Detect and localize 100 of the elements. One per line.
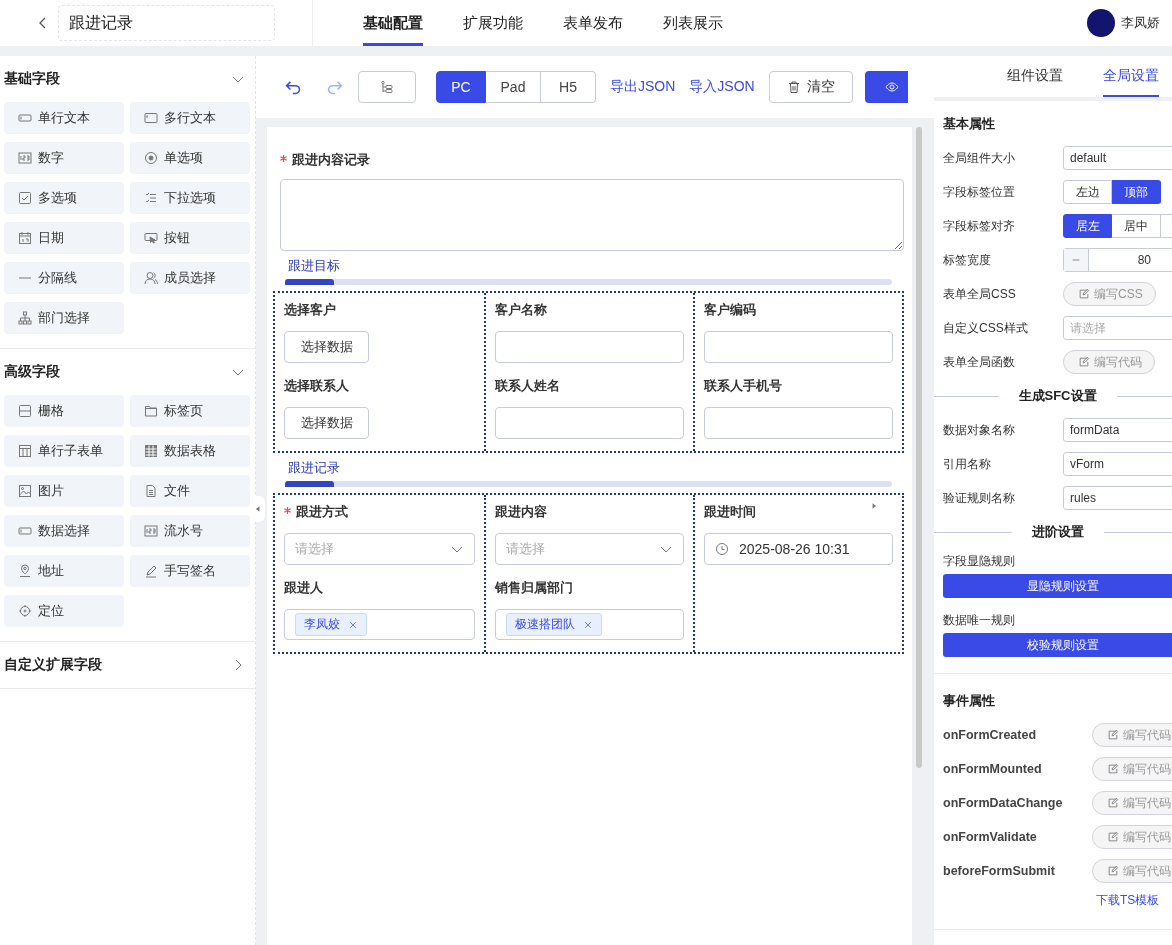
input-box-icon (18, 524, 32, 538)
field-palette-item[interactable]: 文件 (130, 475, 250, 507)
nav-tab[interactable]: 表单发布 (563, 0, 623, 46)
device-toggle[interactable]: Pad (486, 71, 541, 103)
close-icon (583, 619, 593, 630)
input-field[interactable] (704, 407, 893, 439)
rule-settings-button[interactable]: 显隐规则设置 (943, 574, 1172, 598)
split-box-icon (18, 404, 32, 418)
field-palette-item[interactable]: 单行文本 (4, 102, 124, 134)
tab-label[interactable]: 跟进记录 (288, 459, 340, 477)
input-field[interactable] (495, 331, 684, 363)
image-icon (18, 484, 32, 498)
field-palette-item[interactable]: 部门选择 (4, 302, 124, 334)
field-palette-item[interactable]: 下拉选项 (130, 182, 250, 214)
select-data-button[interactable]: 选择数据 (284, 331, 369, 363)
field-palette-item[interactable]: 图片 (4, 475, 124, 507)
form-title-field[interactable]: 跟进记录 (58, 5, 275, 41)
event-name: onFormValidate (943, 830, 1038, 844)
clear-button[interactable]: 清空 (768, 71, 853, 103)
textarea-field[interactable] (280, 179, 904, 251)
segment-option[interactable]: 居中 (1112, 214, 1161, 238)
section-heading: 生成SFC设置 (1018, 387, 1097, 405)
edit-icon (1107, 797, 1119, 809)
section-title: 事件属性 (943, 692, 996, 710)
field-palette-item[interactable]: 定位 (4, 595, 124, 627)
field-palette-item[interactable]: 流水号 (130, 515, 250, 547)
field-palette-item[interactable]: 数据表格 (130, 435, 250, 467)
json-link[interactable]: 导出JSON (610, 78, 676, 96)
nav-tab[interactable]: 列表展示 (663, 0, 723, 46)
field-label: 跟进时间 (704, 503, 756, 521)
field-label: 跟进方式 (296, 503, 348, 521)
field-palette-item[interactable]: 多行文本 (130, 102, 250, 134)
field-label: 客户编码 (704, 301, 756, 319)
field-palette-item[interactable]: 日期 (4, 222, 124, 254)
setting-input[interactable]: vForm (1063, 452, 1172, 476)
setting-label: 字段显隐规则 (943, 553, 1016, 570)
edit-icon (1078, 288, 1090, 300)
json-link[interactable]: 导入JSON (689, 78, 755, 96)
scrollbar[interactable] (916, 127, 922, 768)
setting-input[interactable]: rules (1063, 486, 1172, 510)
field-palette-item[interactable]: 成员选择 (130, 262, 250, 294)
field-palette-item[interactable]: 单行子表单 (4, 435, 124, 467)
device-toggle[interactable]: PC (436, 71, 486, 103)
select-data-button[interactable]: 选择数据 (284, 407, 369, 439)
tab-label[interactable]: 跟进目标 (288, 257, 340, 275)
setting-label: 表单全局函数 (943, 353, 1016, 371)
segment-option[interactable]: 顶部 (1112, 180, 1161, 204)
table-icon (144, 444, 158, 458)
field-label: 跟进内容 (495, 503, 547, 521)
event-name: onFormCreated (943, 728, 1038, 742)
person-icon (144, 271, 158, 285)
preview-button[interactable] (864, 71, 908, 103)
field-palette-item[interactable]: 地址 (4, 555, 124, 587)
edit-icon (1107, 865, 1119, 877)
field-palette-item[interactable]: 单选项 (130, 142, 250, 174)
setting-label: 全局组件大小 (943, 149, 1016, 167)
number-input[interactable]: 80 (1063, 248, 1172, 272)
field-palette-item[interactable]: 栅格 (4, 395, 124, 427)
nav-tab[interactable]: 扩展功能 (463, 0, 523, 46)
datetime-field[interactable]: 2025-08-26 10:31 (704, 533, 893, 565)
field-label: 选择客户 (284, 301, 336, 319)
avatar[interactable] (1087, 9, 1115, 37)
field-palette-item[interactable]: 手写签名 (130, 555, 250, 587)
field-palette-item[interactable]: 数字 (4, 142, 124, 174)
tag-select-field[interactable]: 李凤姣 (284, 609, 475, 640)
settings-tab[interactable]: 组件设置 (1007, 56, 1063, 97)
setting-label: 引用名称 (943, 455, 992, 473)
field-palette-item[interactable]: 分隔线 (4, 262, 124, 294)
list-icon (144, 191, 158, 205)
edit-icon (1107, 763, 1119, 775)
collapse-handle[interactable] (253, 496, 265, 522)
input-field[interactable] (704, 331, 893, 363)
close-icon (348, 619, 358, 630)
section-title: 基础字段 (4, 70, 60, 88)
tree-view-button[interactable] (358, 71, 416, 103)
setting-label: 字段标签位置 (943, 183, 1016, 201)
field-label: 销售归属部门 (495, 579, 573, 597)
rule-settings-button[interactable]: 校验规则设置 (943, 633, 1172, 657)
nav-tab[interactable]: 基础配置 (363, 0, 423, 46)
field-palette-item[interactable]: 数据选择 (4, 515, 124, 547)
field-palette-item[interactable]: 标签页 (130, 395, 250, 427)
segment-option[interactable]: 居左 (1063, 214, 1112, 238)
device-toggle[interactable]: H5 (541, 71, 596, 103)
tree-icon (380, 80, 394, 94)
folder-icon (144, 404, 158, 418)
table-icon (18, 444, 32, 458)
setting-input[interactable]: default (1063, 146, 1172, 170)
field-palette-item[interactable]: 多选项 (4, 182, 124, 214)
event-name: onFormMounted (943, 762, 1043, 776)
field-label: 选择联系人 (284, 377, 349, 395)
settings-tab[interactable]: 全局设置 (1103, 56, 1159, 97)
segment-option[interactable]: 左边 (1063, 180, 1112, 204)
setting-label: 表单全局CSS (943, 285, 1017, 303)
tag-select-field[interactable]: 极速搭团队 (495, 609, 684, 640)
setting-input[interactable]: formData (1063, 418, 1172, 442)
field-palette-item[interactable]: 按钮 (130, 222, 250, 254)
input-field[interactable] (495, 407, 684, 439)
tag: 极速搭团队 (506, 613, 602, 636)
setting-label: 标签宽度 (943, 251, 992, 269)
download-template-link[interactable]: 下载TS模板 (1096, 892, 1160, 909)
